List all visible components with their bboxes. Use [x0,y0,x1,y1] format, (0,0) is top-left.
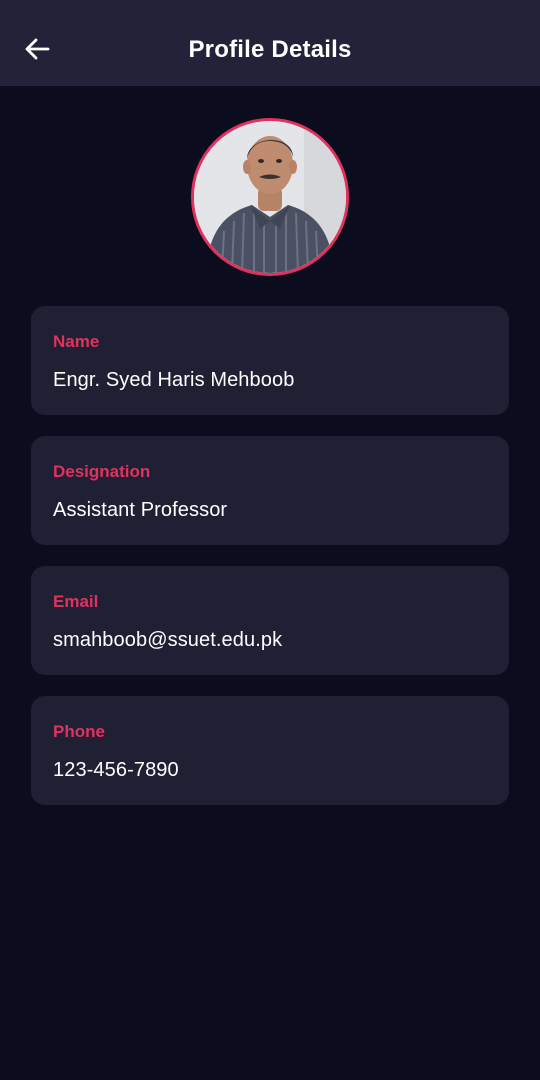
phone-value: 123-456-7890 [53,759,179,781]
page-title: Profile Details [188,36,352,63]
email-value: smahboob@ssuet.edu.pk [53,629,283,651]
designation-card: Designation Assistant Professor [31,436,509,545]
avatar-photo [194,121,346,273]
name-card: Name Engr. Syed Haris Mehboob [31,306,509,415]
designation-label: Designation [53,462,151,481]
profile-screen: Profile Details Name Engr. Syed Haris Me… [0,0,540,1080]
app-bar: Profile Details [0,0,540,86]
avatar [191,118,349,276]
designation-value: Assistant Professor [53,499,228,521]
phone-card: Phone 123-456-7890 [31,696,509,805]
email-card: Email smahboob@ssuet.edu.pk [31,566,509,675]
name-value: Engr. Syed Haris Mehboob [53,369,295,391]
profile-fields: Name Engr. Syed Haris Mehboob Designatio… [31,306,509,826]
phone-label: Phone [53,722,105,741]
name-label: Name [53,332,100,351]
email-label: Email [53,592,99,611]
